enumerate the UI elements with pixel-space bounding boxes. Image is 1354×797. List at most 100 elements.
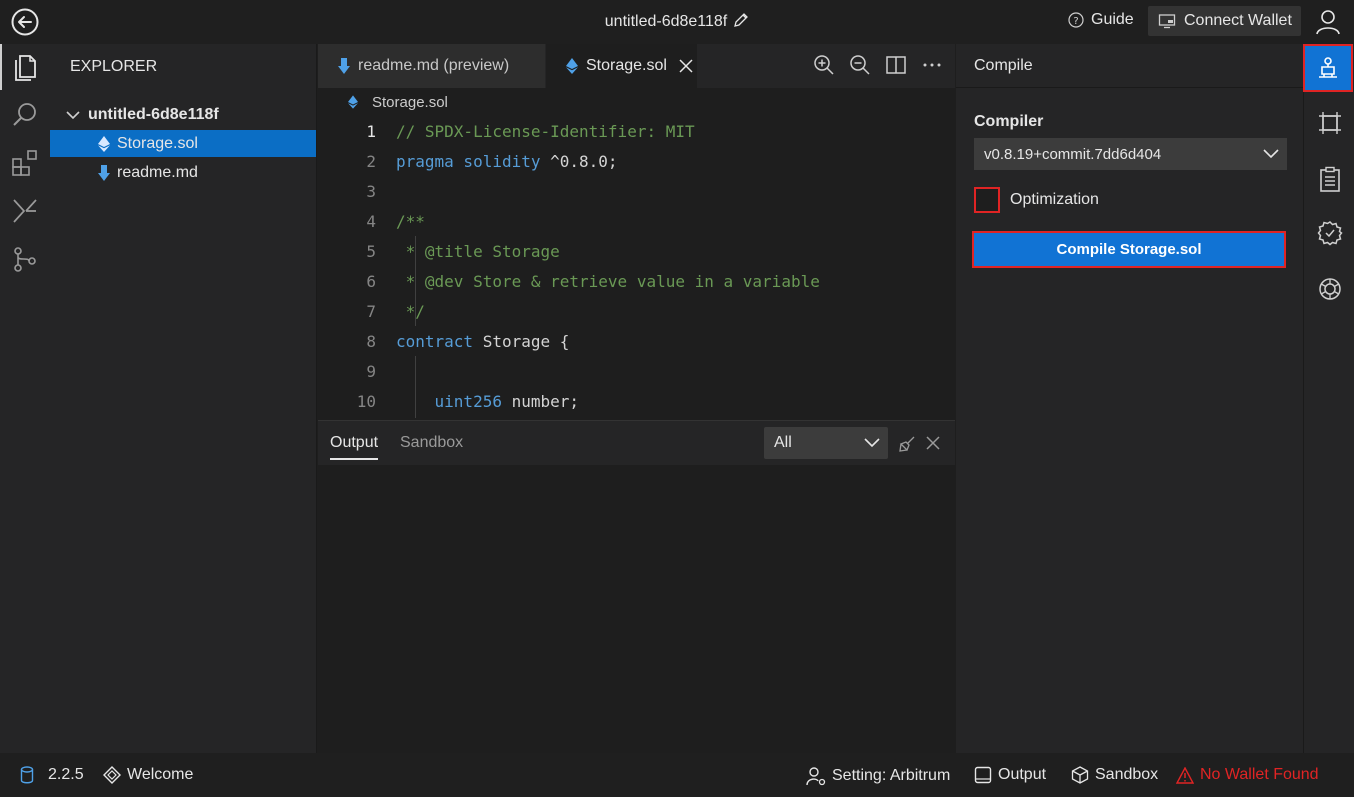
- line-text: * @dev Store & retrieve value in a varia…: [396, 272, 820, 291]
- guide-button[interactable]: ? Guide: [1068, 11, 1134, 29]
- panel-tab-output[interactable]: Output: [330, 434, 379, 460]
- compile-title: Compile: [956, 44, 1303, 88]
- line-text: contract Storage {: [396, 332, 569, 351]
- zoom-out-icon[interactable]: [849, 54, 871, 76]
- file-name: Storage.sol: [117, 134, 198, 152]
- ethereum-icon: [348, 95, 358, 109]
- code-line[interactable]: 10 uint256 number;: [318, 386, 955, 416]
- code-line[interactable]: 3: [318, 176, 955, 206]
- tab-label: readme.md (preview): [358, 57, 510, 74]
- output-filter-select[interactable]: All: [764, 427, 888, 459]
- status-output[interactable]: Output: [974, 766, 1046, 784]
- compiler-version-select[interactable]: v0.8.19+commit.7dd6d404: [974, 138, 1287, 170]
- wallet-status-text: No Wallet Found: [1200, 766, 1319, 783]
- status-sandbox[interactable]: Sandbox: [1071, 766, 1158, 784]
- search-icon: [13, 103, 36, 126]
- more-actions-icon[interactable]: [921, 54, 943, 76]
- filter-value: All: [774, 434, 792, 451]
- optimization-checkbox[interactable]: [974, 187, 1000, 213]
- tool-compile[interactable]: [1303, 44, 1353, 92]
- file-item-storage-sol[interactable]: Storage.sol: [50, 130, 316, 157]
- line-number: 9: [366, 361, 376, 381]
- activity-extensions[interactable]: [0, 140, 50, 186]
- activity-source-control[interactable]: [0, 236, 50, 282]
- account-button[interactable]: [1312, 6, 1344, 38]
- split-editor-icon[interactable]: [885, 54, 907, 76]
- activity-compare[interactable]: [0, 188, 50, 234]
- code-token: contract: [396, 331, 483, 351]
- status-bar: 2.2.5 Welcome Setting: Arbitrum Output S…: [0, 753, 1354, 797]
- breadcrumb: Storage.sol: [318, 88, 955, 116]
- edit-pencil-icon[interactable]: [733, 12, 749, 28]
- tool-clipboard[interactable]: [1304, 156, 1354, 202]
- code-line[interactable]: 1 // SPDX-License-Identifier: MIT: [318, 116, 955, 146]
- guide-label: Guide: [1091, 11, 1134, 28]
- activity-search[interactable]: [0, 92, 50, 138]
- output-panel: Output Sandbox All: [318, 420, 955, 753]
- line-number: 8: [366, 331, 376, 351]
- help-circle-icon: ?: [1068, 12, 1084, 28]
- code-line[interactable]: 6 * @dev Store & retrieve value in a var…: [318, 266, 955, 296]
- code-line[interactable]: 2 pragma solidity ^0.8.0;: [318, 146, 955, 176]
- compiler-version-value: v0.8.19+commit.7dd6d404: [984, 145, 1162, 163]
- tool-ai-assistant[interactable]: [1304, 266, 1354, 312]
- monitor-wallet-icon: [1158, 14, 1176, 29]
- code-line[interactable]: 8 contract Storage {: [318, 326, 955, 356]
- line-number: 5: [366, 241, 376, 261]
- connect-wallet-button[interactable]: Connect Wallet: [1148, 6, 1301, 36]
- code-line[interactable]: 7 */: [318, 296, 955, 326]
- tool-settings[interactable]: [1304, 210, 1354, 256]
- openai-icon: [1318, 278, 1341, 300]
- code-token: ^0.8.0;: [550, 151, 618, 171]
- line-text: // SPDX-License-Identifier: MIT: [396, 122, 695, 141]
- code-token: /**: [396, 211, 425, 231]
- status-wallet[interactable]: No Wallet Found: [1176, 766, 1319, 784]
- tree-root-folder[interactable]: untitled-6d8e118f: [66, 106, 219, 124]
- code-editor[interactable]: 1 // SPDX-License-Identifier: MIT 2 pragma …: [318, 116, 955, 418]
- extensions-icon: [12, 150, 37, 176]
- close-icon[interactable]: [679, 59, 693, 73]
- code-token: uint256: [396, 391, 512, 411]
- git-branch-icon: [14, 247, 36, 272]
- line-number: 1: [366, 121, 376, 141]
- explorer-title: EXPLORER: [70, 58, 158, 75]
- title-bar: untitled-6d8e118f ? Guide Connect Wallet: [0, 0, 1354, 44]
- ethereum-icon: [566, 58, 578, 74]
- user-icon: [1316, 10, 1340, 35]
- tab-storage-sol[interactable]: Storage.sol: [546, 44, 697, 88]
- breadcrumb-file[interactable]: Storage.sol: [372, 94, 448, 111]
- user-settings-icon: [806, 767, 826, 786]
- zoom-in-icon[interactable]: [813, 54, 835, 76]
- code-line[interactable]: 5 * @title Storage: [318, 236, 955, 266]
- compiler-label: Compiler: [974, 113, 1044, 130]
- code-line[interactable]: 9: [318, 356, 955, 386]
- status-welcome[interactable]: Welcome: [103, 766, 193, 784]
- file-name: readme.md: [117, 163, 198, 181]
- merge-arrows-icon: [13, 199, 37, 223]
- code-token: Storage {: [482, 331, 570, 351]
- setting-text: Setting: Arbitrum: [832, 767, 951, 784]
- panel-header: Output Sandbox All: [318, 421, 955, 465]
- close-panel-icon[interactable]: [926, 436, 940, 450]
- chevron-down-icon: [864, 438, 880, 448]
- file-item-readme-md[interactable]: readme.md: [50, 159, 316, 186]
- status-version[interactable]: 2.2.5: [20, 766, 84, 784]
- activity-explorer[interactable]: [0, 44, 50, 90]
- tool-deploy[interactable]: [1304, 100, 1354, 146]
- gear-icon: [1317, 221, 1343, 246]
- code-line[interactable]: 4 /**: [318, 206, 955, 236]
- editor-tab-bar: readme.md (preview) Storage.sol: [318, 44, 955, 88]
- tab-readme-preview[interactable]: readme.md (preview): [318, 44, 545, 88]
- indent-guide: [415, 356, 416, 418]
- panel-tab-sandbox[interactable]: Sandbox: [400, 434, 463, 452]
- clear-output-broom-icon[interactable]: [898, 435, 916, 453]
- compile-panel: Compile Compiler v0.8.19+commit.7dd6d404…: [956, 44, 1303, 753]
- compile-button[interactable]: Compile Storage.sol: [972, 231, 1286, 268]
- status-network-setting[interactable]: Setting: Arbitrum: [806, 766, 950, 786]
- line-text: uint256 number;: [396, 391, 580, 411]
- output-text: Output: [998, 766, 1047, 783]
- version-text: 2.2.5: [48, 766, 84, 783]
- svg-text:?: ?: [1073, 16, 1078, 27]
- explorer-sidebar: EXPLORER untitled-6d8e118f Storage.sol r…: [50, 44, 317, 753]
- line-number: 2: [366, 151, 376, 171]
